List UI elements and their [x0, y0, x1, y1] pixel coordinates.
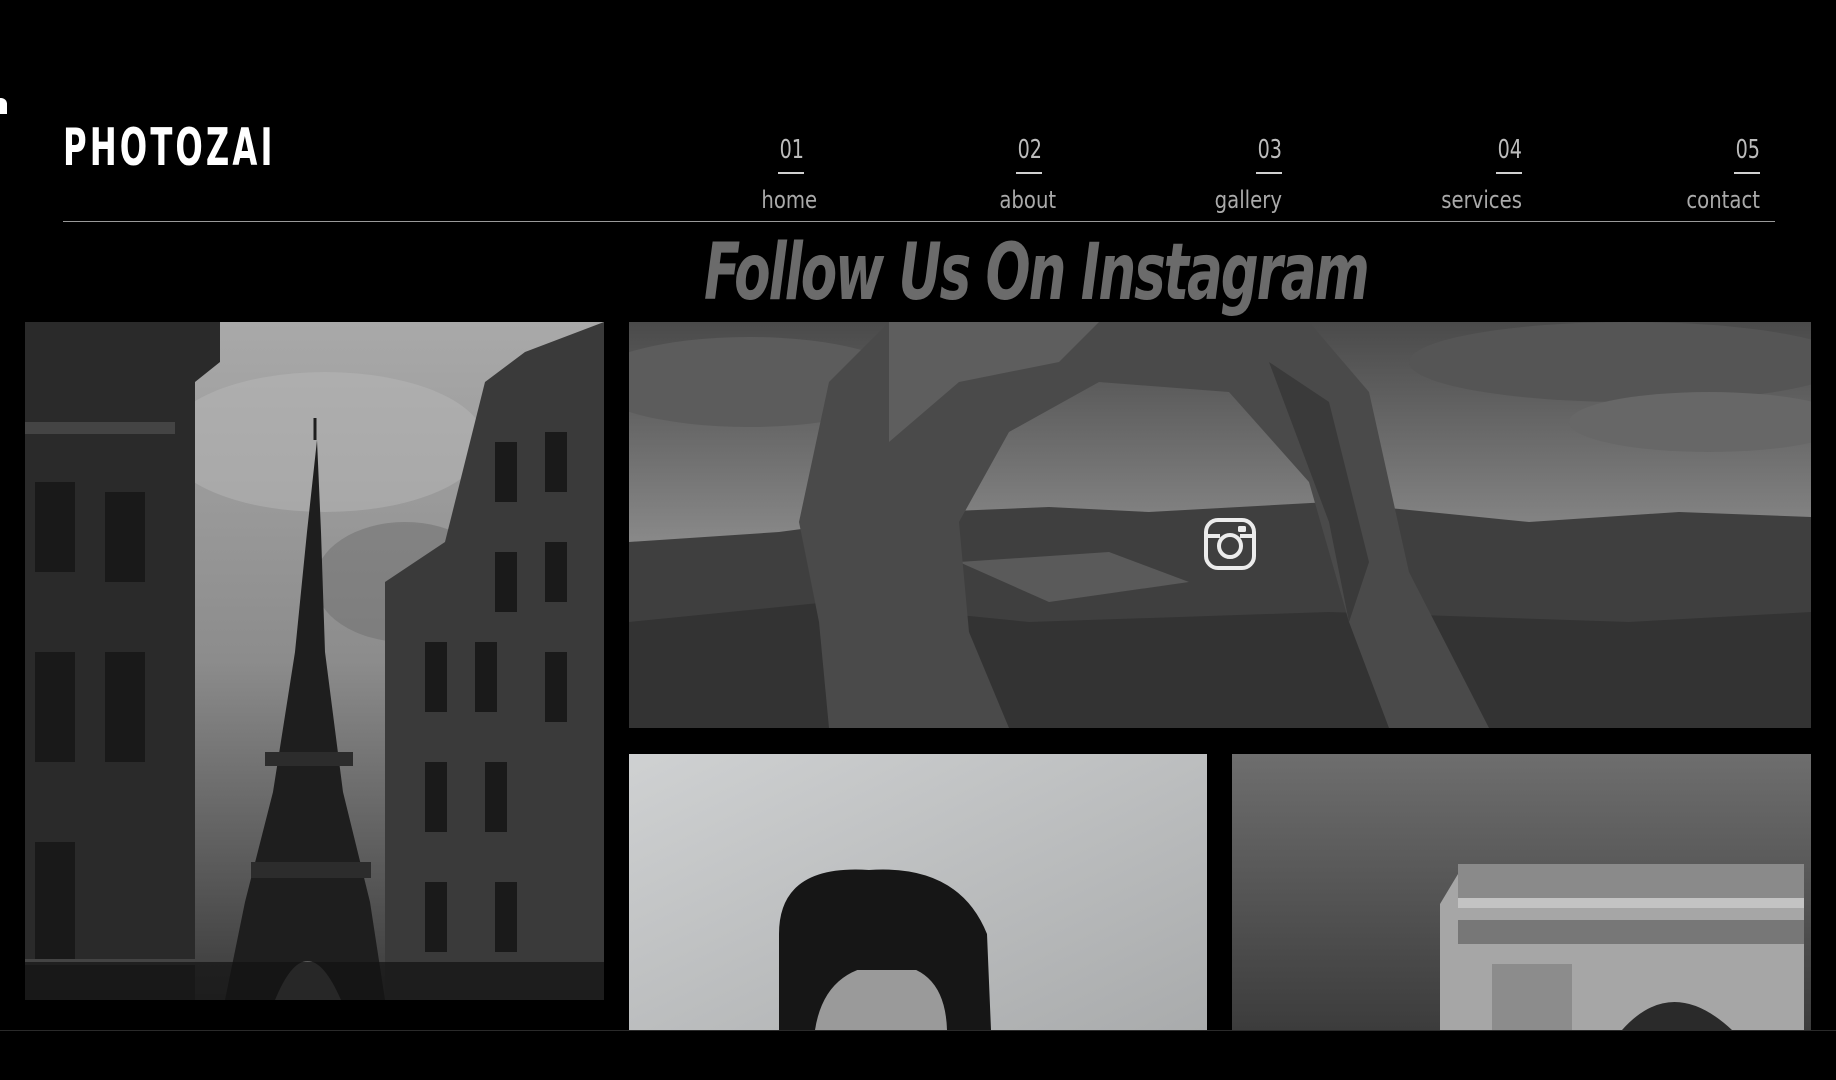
- header-divider: [63, 221, 1775, 222]
- nav-underline: [1734, 172, 1760, 174]
- instagram-icon[interactable]: [1204, 518, 1256, 570]
- nav-underline: [1016, 172, 1042, 174]
- nav-underline: [778, 172, 804, 174]
- nav-item-home[interactable]: 01 home: [752, 133, 818, 217]
- scroll-edge: [0, 98, 7, 114]
- nav-label: gallery: [1214, 186, 1282, 214]
- nav-label: about: [999, 186, 1057, 214]
- nav-item-services[interactable]: 04 services: [1400, 133, 1522, 217]
- nav-item-about[interactable]: 02 about: [990, 133, 1057, 217]
- nav-label: services: [1441, 186, 1522, 214]
- nav-underline: [1256, 172, 1282, 174]
- nav-label: contact: [1686, 186, 1760, 214]
- photo-arc-de-triomphe[interactable]: [1232, 754, 1811, 1030]
- nav-number: 01: [779, 135, 804, 165]
- page-bottom-edge: [0, 1030, 1836, 1031]
- photo-portrait[interactable]: [629, 754, 1207, 1030]
- nav-item-gallery[interactable]: 03 gallery: [1180, 133, 1282, 217]
- nav-number: 03: [1257, 135, 1282, 165]
- top-bar: [0, 0, 1836, 98]
- nav-label: home: [761, 186, 818, 214]
- nav-number: 02: [1017, 135, 1042, 165]
- nav-number: 04: [1497, 135, 1522, 165]
- photo-eiffel-tower[interactable]: [25, 322, 604, 1000]
- nav-underline: [1496, 172, 1522, 174]
- logo[interactable]: PHOTOZAI: [63, 118, 276, 178]
- instagram-section-title: Follow Us On Instagram: [704, 227, 1370, 318]
- nav-number: 05: [1735, 135, 1760, 165]
- nav-item-contact[interactable]: 05 contact: [1646, 133, 1760, 217]
